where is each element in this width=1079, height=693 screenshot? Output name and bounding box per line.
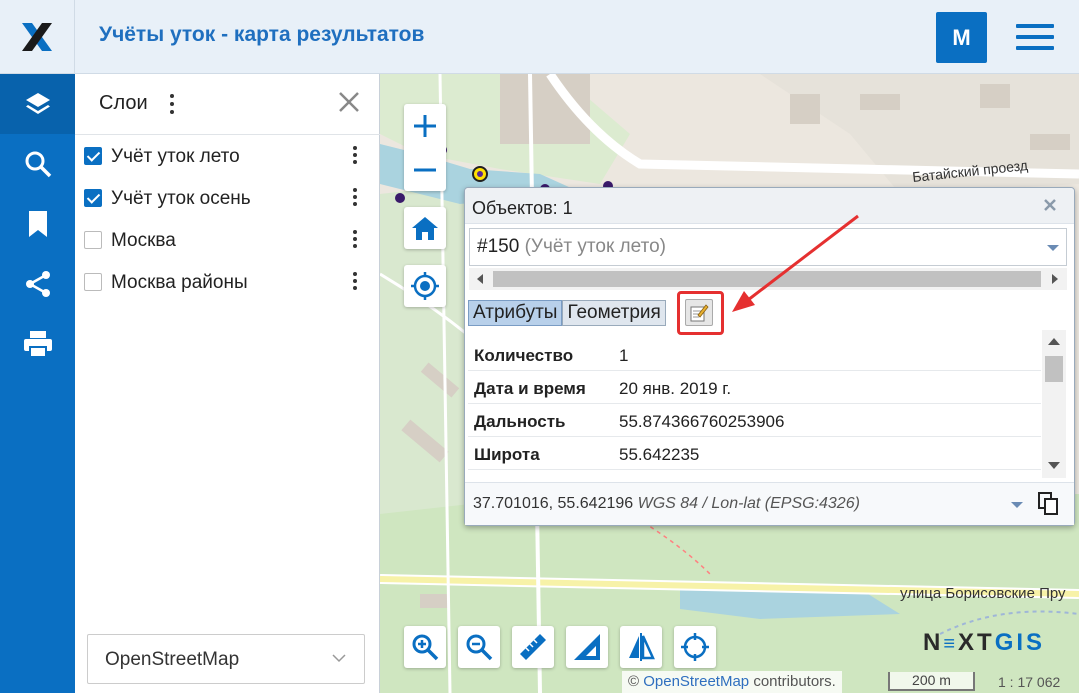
street-label: улица Борисовские Пру	[900, 585, 1066, 602]
close-icon[interactable]	[1043, 198, 1057, 212]
layer-more-icon[interactable]	[352, 188, 358, 206]
layer-more-icon[interactable]	[352, 272, 358, 290]
crs-dropdown-icon[interactable]	[1011, 502, 1023, 508]
close-icon[interactable]	[337, 90, 361, 114]
layer-item[interactable]: Учёт уток лето	[75, 135, 380, 177]
nextgis-brand-logo: N≡XTGIS	[923, 629, 1046, 656]
identify-popup: Объектов: 1 #150 (Учёт уток лето) Атрибу…	[464, 187, 1075, 526]
zoom-in-icon[interactable]	[404, 104, 446, 147]
scrollbar-thumb[interactable]	[493, 271, 1041, 287]
search-icon[interactable]	[0, 134, 75, 194]
popup-footer: 37.701016, 55.642196 WGS 84 / Lon-lat (E…	[465, 482, 1074, 525]
table-row: Количество 1	[468, 338, 1041, 371]
basemap-select[interactable]: OpenStreetMap	[87, 634, 365, 684]
scroll-up-icon[interactable]	[1048, 338, 1060, 345]
layer-label: Учёт уток осень	[111, 188, 251, 209]
copy-icon[interactable]	[1037, 492, 1059, 516]
scroll-left-icon[interactable]	[477, 274, 483, 284]
layer-label: Учёт уток лето	[111, 146, 240, 167]
map-attribution: © OpenStreetMap contributors.	[622, 671, 842, 693]
layer-item[interactable]: Москва районы	[75, 261, 380, 303]
nextgis-logo[interactable]	[0, 0, 75, 74]
table-row: Дальность 55.874366760253906	[468, 404, 1041, 437]
layers-panel: Слои Учёт уток лето Учёт уток осень Моск…	[75, 74, 380, 693]
bookmark-icon[interactable]	[0, 194, 75, 254]
chevron-down-icon	[332, 651, 346, 665]
attribute-value: 20 янв. 2019 г.	[619, 379, 732, 398]
popup-tabs: Атрибуты Геометрия	[468, 300, 666, 326]
scale-bar: 200 m	[888, 672, 975, 691]
osm-link[interactable]: OpenStreetMap	[643, 673, 749, 690]
attribute-key: Дата и время	[474, 379, 586, 398]
zoom-control	[404, 104, 446, 191]
attributes-table: Количество 1 Дата и время 20 янв. 2019 г…	[468, 338, 1041, 476]
attribute-key: Дальность	[474, 412, 566, 431]
user-avatar-button[interactable]: M	[936, 12, 987, 63]
panel-more-icon[interactable]	[169, 94, 175, 114]
identify-target-icon[interactable]	[674, 626, 716, 668]
home-icon[interactable]	[404, 207, 446, 249]
measure-area-icon[interactable]	[566, 626, 608, 668]
popup-header: Объектов: 1	[465, 188, 1074, 224]
layer-checkbox[interactable]	[84, 231, 102, 249]
attribute-key: Количество	[474, 346, 574, 365]
layer-checkbox[interactable]	[84, 189, 102, 207]
layer-more-icon[interactable]	[352, 230, 358, 248]
attribute-value: 1	[619, 346, 629, 365]
hamburger-menu-icon[interactable]	[1016, 24, 1054, 50]
objects-count: Объектов: 1	[472, 198, 573, 218]
tab-attributes[interactable]: Атрибуты	[468, 300, 563, 326]
layer-more-icon[interactable]	[352, 146, 358, 164]
table-row: Дата и время 20 янв. 2019 г.	[468, 371, 1041, 404]
vertical-scrollbar[interactable]	[1042, 330, 1066, 478]
feature-id: #150	[477, 236, 520, 257]
measure-distance-icon[interactable]	[512, 626, 554, 668]
attribute-key: Широта	[474, 445, 540, 464]
layer-checkbox[interactable]	[84, 147, 102, 165]
layer-label: Москва районы	[111, 272, 248, 293]
zoom-out-tool-icon[interactable]	[458, 626, 500, 668]
layer-checkbox[interactable]	[84, 273, 102, 291]
scrollbar-thumb[interactable]	[1045, 356, 1063, 382]
attribute-value: 55.642235	[619, 445, 700, 464]
print-icon[interactable]	[0, 314, 75, 374]
scale-ratio: 1 : 17 062	[998, 674, 1061, 690]
sidebar-toolstrip	[0, 74, 75, 693]
basemap-label: OpenStreetMap	[105, 649, 240, 670]
app-title: Учёты уток - карта результатов	[99, 23, 425, 46]
share-icon[interactable]	[0, 254, 75, 314]
coordinates: 37.701016, 55.642196	[473, 495, 634, 512]
locate-icon[interactable]	[404, 265, 446, 307]
chevron-down-icon	[1047, 245, 1059, 251]
scroll-down-icon[interactable]	[1048, 462, 1060, 469]
app-header: Учёты уток - карта результатов M	[0, 0, 1079, 74]
zoom-in-tool-icon[interactable]	[404, 626, 446, 668]
tab-geometry[interactable]: Геометрия	[562, 300, 666, 326]
feature-layer: (Учёт уток лето)	[524, 236, 666, 257]
layer-label: Москва	[111, 230, 176, 251]
scroll-right-icon[interactable]	[1052, 274, 1058, 284]
swipe-compare-icon[interactable]	[620, 626, 662, 668]
feature-select[interactable]: #150 (Учёт уток лето)	[469, 228, 1067, 266]
crs-label: WGS 84 / Lon-lat (EPSG:4326)	[637, 495, 860, 512]
attribute-value: 55.874366760253906	[619, 412, 785, 431]
horizontal-scrollbar[interactable]	[469, 268, 1067, 290]
zoom-out-icon[interactable]	[404, 148, 446, 191]
table-row: Широта 55.642235	[468, 437, 1041, 470]
panel-title: Слои	[99, 92, 148, 114]
layer-item[interactable]: Учёт уток осень	[75, 177, 380, 219]
layers-icon[interactable]	[0, 74, 75, 134]
layer-item[interactable]: Москва	[75, 219, 380, 261]
highlight-annotation	[677, 291, 724, 335]
